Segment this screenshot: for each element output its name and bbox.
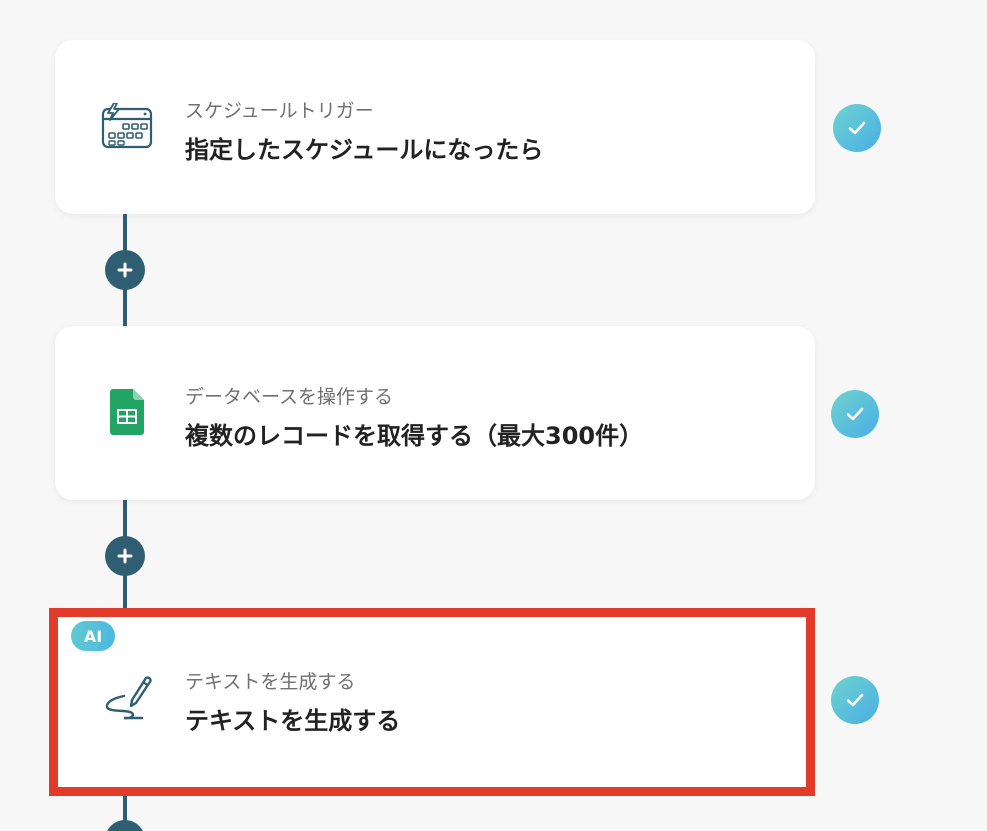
step-title: テキストを生成する: [185, 707, 401, 735]
step-title: 指定したスケジュールになったら: [185, 136, 544, 164]
add-step-button[interactable]: [105, 820, 145, 831]
step-card-database-operation[interactable]: データベースを操作する 複数のレコードを取得する（最大300件）: [55, 326, 815, 500]
completed-check-icon: [831, 390, 879, 438]
completed-check-icon: [833, 104, 881, 152]
step-subtitle: スケジュールトリガー: [185, 100, 374, 122]
step-subtitle: データベースを操作する: [185, 386, 394, 408]
completed-check-icon: [831, 676, 879, 724]
step-card-schedule-trigger[interactable]: スケジュールトリガー 指定したスケジュールになったら: [55, 40, 815, 214]
flow-canvas: スケジュールトリガー 指定したスケジュールになったら データベースを操作する 複…: [0, 0, 987, 831]
google-sheets-icon: [99, 384, 155, 440]
pen-icon: [100, 669, 156, 725]
add-step-button[interactable]: [105, 536, 145, 576]
plus-icon: [117, 262, 133, 278]
plus-icon: [117, 548, 133, 564]
step-subtitle: テキストを生成する: [185, 671, 356, 693]
step-title: 複数のレコードを取得する（最大300件）: [185, 422, 644, 450]
step-card-generate-text[interactable]: AI テキストを生成する テキストを生成する: [49, 608, 815, 796]
add-step-button[interactable]: [105, 250, 145, 290]
ai-badge: AI: [71, 621, 115, 651]
schedule-trigger-icon: [99, 98, 155, 154]
